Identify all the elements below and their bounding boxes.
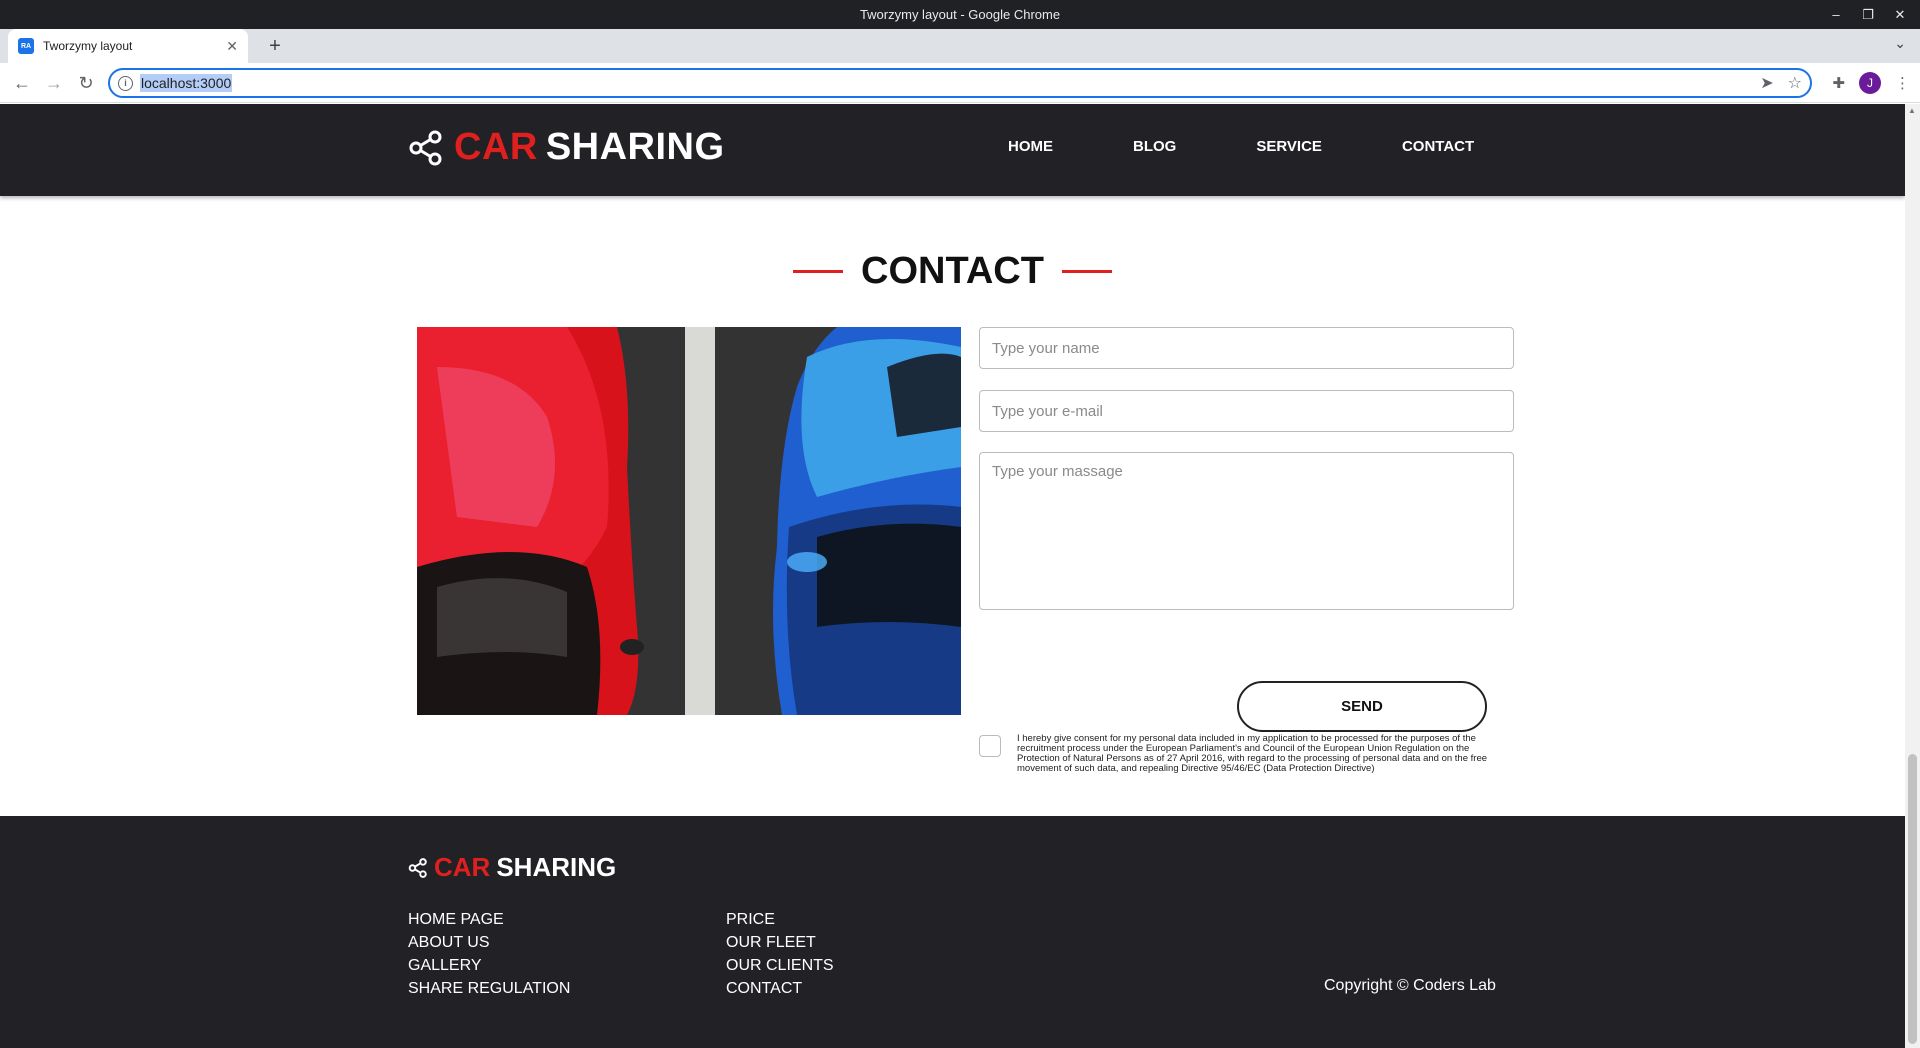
footer-link-share-regulation[interactable]: SHARE REGULATION: [408, 977, 570, 1000]
footer-link-our-clients[interactable]: OUR CLIENTS: [726, 954, 834, 977]
send-button[interactable]: SEND: [1237, 681, 1487, 732]
footer-link-contact[interactable]: CONTACT: [726, 977, 834, 1000]
heading-line-right: [1062, 270, 1113, 273]
minimize-icon[interactable]: –: [1822, 7, 1850, 22]
nav-contact[interactable]: CONTACT: [1402, 138, 1474, 155]
address-bar[interactable]: i localhost:3000 ➤ ☆: [108, 68, 1812, 98]
close-window-icon[interactable]: ✕: [1886, 7, 1914, 23]
footer-links-col2: PRICE OUR FLEET OUR CLIENTS CONTACT: [726, 908, 834, 1000]
send-to-device-icon[interactable]: ➤: [1760, 73, 1773, 93]
footer-logo-car: CAR: [434, 852, 491, 882]
heading-line-left: [792, 270, 843, 273]
footer-links-col1: HOME PAGE ABOUT US GALLERY SHARE REGULAT…: [408, 908, 570, 1000]
site-logo[interactable]: CAR SHARING: [408, 126, 725, 169]
consent-text: I hereby give consent for my personal da…: [1017, 733, 1488, 774]
browser-tab[interactable]: RA Tworzymy layout ✕: [8, 29, 248, 63]
footer-link-about-us[interactable]: ABOUT US: [408, 931, 570, 954]
scroll-up-icon[interactable]: ▲: [1908, 106, 1916, 115]
page-viewport: CAR SHARING HOME BLOG SERVICE CONTACT CO…: [0, 104, 1905, 1048]
main-nav: HOME BLOG SERVICE CONTACT: [1008, 138, 1554, 155]
favicon-icon: RA: [18, 38, 34, 54]
url-text[interactable]: localhost:3000: [140, 74, 233, 92]
copyright-text: Copyright © Coders Lab: [1324, 977, 1496, 994]
consent-checkbox[interactable]: [979, 735, 1001, 757]
chrome-menu-icon[interactable]: ⋮: [1895, 74, 1910, 92]
site-info-icon[interactable]: i: [118, 75, 133, 91]
site-footer: CAR SHARING HOME PAGE ABOUT US GALLERY S…: [0, 816, 1905, 1048]
window-controls: – ❐ ✕: [1822, 0, 1914, 29]
page-scrollbar[interactable]: ▲: [1905, 104, 1920, 1048]
new-tab-button[interactable]: +: [262, 33, 288, 59]
tab-search-icon[interactable]: ⌄: [1894, 35, 1906, 52]
parked-cars-image: [417, 327, 961, 715]
footer-logo-sharing: SHARING: [496, 852, 617, 882]
footer-link-our-fleet[interactable]: OUR FLEET: [726, 931, 834, 954]
footer-link-gallery[interactable]: GALLERY: [408, 954, 570, 977]
reload-icon[interactable]: ↻: [74, 71, 98, 95]
share-icon: [409, 130, 442, 165]
profile-avatar[interactable]: J: [1859, 72, 1881, 94]
contact-heading: CONTACT: [0, 250, 1905, 293]
nav-home[interactable]: HOME: [1008, 138, 1053, 155]
scrollbar-thumb[interactable]: [1908, 754, 1917, 1044]
consent-row: I hereby give consent for my personal da…: [979, 734, 1499, 774]
back-icon[interactable]: ←: [10, 71, 34, 95]
nav-service[interactable]: SERVICE: [1256, 138, 1322, 155]
bookmark-star-icon[interactable]: ☆: [1788, 73, 1802, 93]
contact-title: CONTACT: [861, 250, 1044, 292]
footer-logo[interactable]: CAR SHARING: [408, 852, 616, 883]
tab-close-icon[interactable]: ✕: [226, 38, 238, 55]
extensions-icon[interactable]: ✚: [1832, 74, 1845, 92]
nav-blog[interactable]: BLOG: [1133, 138, 1176, 155]
contact-form: [979, 327, 1514, 610]
footer-link-home-page[interactable]: HOME PAGE: [408, 908, 570, 931]
browser-toolbar: ← → ↻ i localhost:3000 ➤ ☆ ✚ J ⋮: [0, 63, 1920, 103]
site-header: CAR SHARING HOME BLOG SERVICE CONTACT: [0, 104, 1905, 196]
forward-icon[interactable]: →: [42, 71, 66, 95]
footer-link-price[interactable]: PRICE: [726, 908, 834, 931]
tab-strip: RA Tworzymy layout ✕ + ⌄: [0, 29, 1920, 63]
email-input[interactable]: [979, 390, 1514, 432]
restore-icon[interactable]: ❐: [1854, 7, 1882, 23]
window-title: Tworzymy layout - Google Chrome: [859, 7, 1061, 22]
window-titlebar: Tworzymy layout - Google Chrome – ❐ ✕: [0, 0, 1920, 29]
name-input[interactable]: [979, 327, 1514, 369]
message-textarea[interactable]: [979, 452, 1514, 610]
share-icon: [408, 857, 427, 878]
logo-car-text: CAR: [454, 126, 538, 168]
logo-sharing-text: SHARING: [545, 126, 725, 168]
tab-label: Tworzymy layout: [43, 39, 133, 53]
